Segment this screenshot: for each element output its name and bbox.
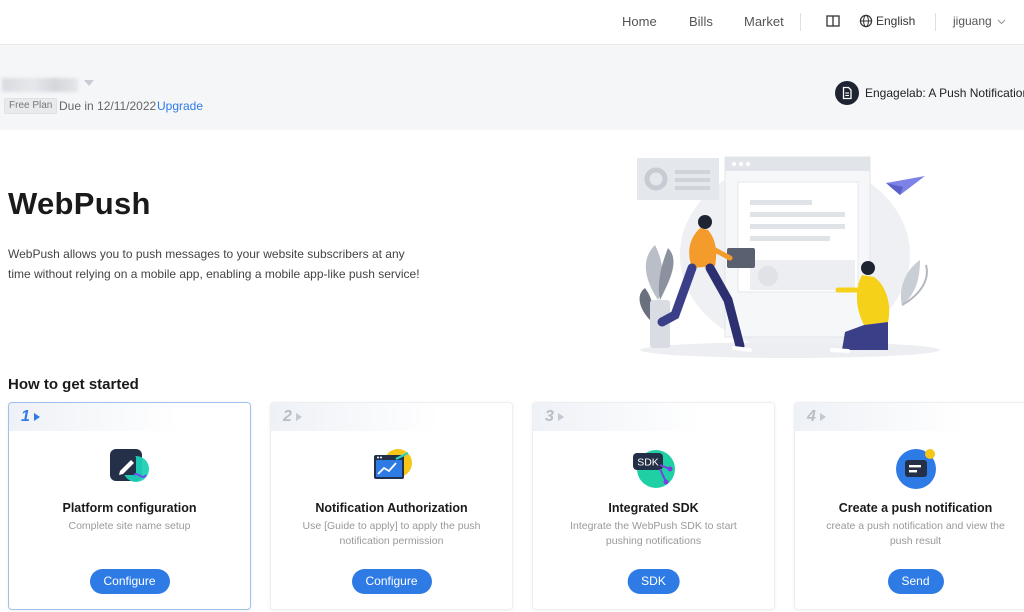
step-number: 1 — [21, 408, 30, 425]
card-description: create a push notification and view the … — [826, 520, 1005, 547]
user-name: jiguang — [953, 14, 992, 28]
card-header — [795, 403, 1024, 431]
nav-home[interactable]: Home — [622, 14, 657, 29]
arrow-right-icon — [820, 413, 826, 421]
globe-icon — [859, 14, 873, 33]
step-number: 2 — [283, 408, 292, 425]
sdk-label: SDK — [637, 457, 659, 469]
card-title: Notification Authorization — [315, 501, 468, 515]
card-title: Integrated SDK — [608, 501, 699, 515]
step-number: 4 — [807, 408, 816, 425]
app-selector[interactable]: Engagelab: A Push Notification — [835, 81, 1024, 105]
card-header — [533, 403, 774, 431]
app-name: Engagelab: A Push Notification — [865, 86, 1024, 100]
message-icon — [894, 445, 938, 489]
configure-button[interactable]: Configure — [89, 569, 170, 594]
configure-button[interactable]: Configure — [351, 569, 432, 594]
card-title: Create a push notification — [838, 501, 993, 515]
account-bar: Free Plan Due in 12/11/2022 Upgrade Enga… — [0, 46, 1024, 130]
step-number: 3 — [545, 408, 554, 425]
arrow-right-icon — [34, 413, 40, 421]
top-navigation: Home Bills Market English jiguang — [0, 0, 1024, 45]
step-card-platform-configuration[interactable]: 1 Platform configuration Complete site n… — [8, 402, 251, 610]
plan-badge: Free Plan — [4, 98, 58, 114]
card-description: Complete site name setup — [68, 520, 191, 532]
nav-bills[interactable]: Bills — [689, 14, 713, 29]
nav-divider — [800, 13, 801, 31]
send-button[interactable]: Send — [887, 569, 944, 594]
nav-divider — [935, 13, 936, 31]
chart-window-icon — [370, 445, 414, 489]
arrow-right-icon — [296, 413, 302, 421]
sdk-button[interactable]: SDK — [627, 569, 680, 594]
card-header — [9, 403, 250, 431]
card-header — [271, 403, 512, 431]
edit-icon — [108, 445, 152, 489]
hero-illustration — [620, 150, 940, 365]
caret-down-icon[interactable] — [84, 80, 94, 86]
sdk-icon: SDK — [632, 445, 676, 489]
step-card-notification-authorization[interactable]: 2 Notification Authorization Use [Guide … — [270, 402, 513, 610]
card-description: Integrate the WebPush SDK to start pushi… — [570, 520, 737, 547]
step-card-integrated-sdk[interactable]: 3 SDK Integrated SDK Integrate the WebPu… — [532, 402, 775, 610]
arrow-right-icon — [558, 413, 564, 421]
user-menu[interactable]: jiguang — [953, 14, 1006, 28]
nav-market[interactable]: Market — [744, 14, 784, 29]
card-description: Use [Guide to apply] to apply the push n… — [302, 520, 481, 547]
upgrade-link[interactable]: Upgrade — [157, 99, 203, 113]
due-date: Due in 12/11/2022 — [59, 99, 157, 113]
language-selector[interactable]: English — [876, 14, 915, 28]
page-title: WebPush — [8, 186, 151, 221]
step-card-create-push-notification[interactable]: 4 Create a push notification create a pu… — [794, 402, 1024, 610]
section-title: How to get started — [8, 376, 139, 393]
card-title: Platform configuration — [62, 501, 197, 515]
page-description: WebPush allows you to push messages to y… — [8, 247, 420, 281]
book-icon[interactable] — [826, 14, 840, 33]
chevron-down-icon — [997, 19, 1006, 25]
account-name-redacted[interactable] — [2, 78, 78, 92]
app-icon — [835, 81, 859, 105]
